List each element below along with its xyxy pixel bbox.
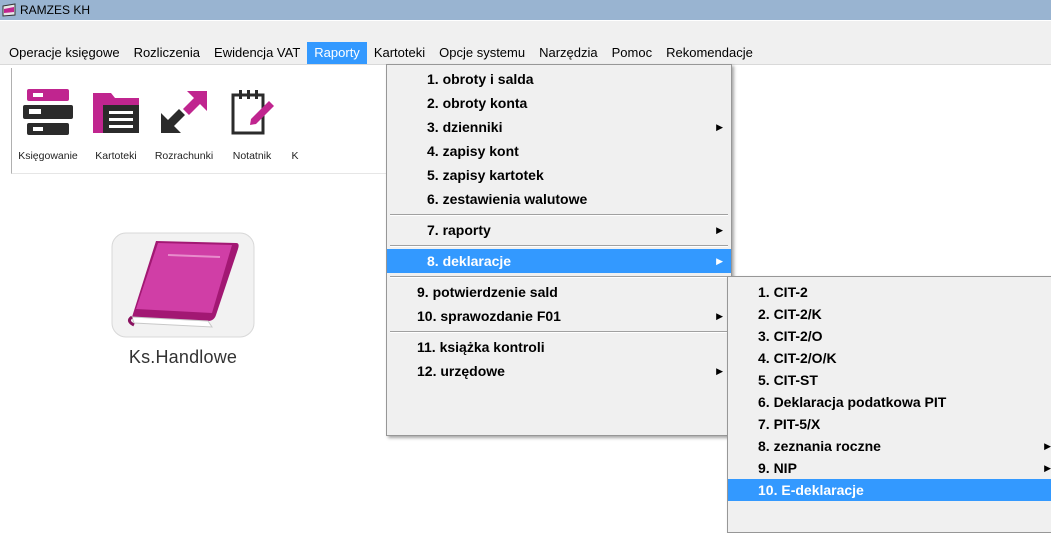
- submenu-arrow-icon: ▶: [716, 366, 723, 376]
- menu-item-label: 5. CIT-ST: [758, 372, 818, 388]
- notepad-icon: [222, 82, 282, 142]
- menu-item-label: 12. urzędowe: [417, 363, 505, 379]
- menu-item-label: 5. zapisy kartotek: [427, 167, 544, 183]
- menu-item-label: 7. PIT-5/X: [758, 416, 821, 432]
- raporty-item-obroty-i-salda[interactable]: 1. obroty i salda: [387, 67, 731, 91]
- menu-bar: Operacje księgowe Rozliczenia Ewidencja …: [0, 21, 1051, 65]
- partial-icon: [290, 82, 300, 142]
- toolbar-label: Kartoteki: [95, 150, 137, 162]
- menu-item-label: 1. obroty i salda: [427, 71, 534, 87]
- deklaracje-item-cit-st[interactable]: 5. CIT-ST: [728, 369, 1051, 391]
- raporty-item-obroty-konta[interactable]: 2. obroty konta: [387, 91, 731, 115]
- toolbar-partial-button[interactable]: K: [290, 68, 300, 162]
- menu-opcje-systemu[interactable]: Opcje systemu: [432, 42, 532, 64]
- raporty-item-ksiazka-kontroli[interactable]: 11. książka kontroli: [387, 335, 731, 359]
- menu-separator: [387, 211, 731, 218]
- menu-item-label: 9. potwierdzenie sald: [417, 284, 558, 300]
- toolbar: Księgowanie Kartoteki Rozrachunki Notatn…: [11, 68, 401, 174]
- menu-item-label: 6. Deklaracja podatkowa PIT: [758, 394, 947, 410]
- menu-ewidencja-vat[interactable]: Ewidencja VAT: [207, 42, 307, 64]
- menu-item-label: 3. dzienniki: [427, 119, 503, 135]
- desktop-ks-handlowe[interactable]: Ks.Handlowe: [103, 229, 263, 399]
- menu-kartoteki[interactable]: Kartoteki: [367, 42, 432, 64]
- raporty-item-zapisy-kartotek[interactable]: 5. zapisy kartotek: [387, 163, 731, 187]
- raporty-item-zapisy-kont[interactable]: 4. zapisy kont: [387, 139, 731, 163]
- menu-pomoc[interactable]: Pomoc: [605, 42, 659, 64]
- menu-narzedzia[interactable]: Narzędzia: [532, 42, 605, 64]
- toolbar-kartoteki-button[interactable]: Kartoteki: [86, 68, 146, 162]
- raporty-item-dzienniki[interactable]: 3. dzienniki ▶: [387, 115, 731, 139]
- menu-item-label: 1. CIT-2: [758, 284, 808, 300]
- ramzes-app-icon: [2, 3, 16, 17]
- menu-item-label: 3. CIT-2/O: [758, 328, 823, 344]
- ledger-icon: [18, 82, 78, 142]
- menu-item-label: 9. NIP: [758, 460, 797, 476]
- deklaracje-item-pit-5x[interactable]: 7. PIT-5/X: [728, 413, 1051, 435]
- folder-icon: [86, 82, 146, 142]
- deklaracje-item-cit-2-k[interactable]: 2. CIT-2/K: [728, 303, 1051, 325]
- menu-separator: [387, 328, 731, 335]
- raporty-item-zestawienia-walutowe[interactable]: 6. zestawienia walutowe: [387, 187, 731, 211]
- arrows-icon: [154, 82, 214, 142]
- deklaracje-submenu: 1. CIT-2 2. CIT-2/K 3. CIT-2/O 4. CIT-2/…: [727, 276, 1051, 533]
- menu-raporty[interactable]: Raporty: [307, 41, 367, 64]
- submenu-arrow-icon: ▶: [716, 256, 723, 266]
- toolbar-ksiegowanie-button[interactable]: Księgowanie: [18, 68, 78, 162]
- menu-item-label: 11. książka kontroli: [417, 339, 545, 355]
- menu-item-label: 2. obroty konta: [427, 95, 528, 111]
- menu-separator: [387, 273, 731, 280]
- submenu-arrow-icon: ▶: [716, 122, 723, 132]
- book-icon: [111, 232, 255, 338]
- submenu-arrow-icon: ▶: [1044, 441, 1051, 451]
- raporty-item-potwierdzenie-sald[interactable]: 9. potwierdzenie sald: [387, 280, 731, 304]
- toolbar-label: Księgowanie: [18, 150, 78, 162]
- menu-item-label: 4. CIT-2/O/K: [758, 350, 837, 366]
- deklaracje-item-deklaracja-pit[interactable]: 6. Deklaracja podatkowa PIT: [728, 391, 1051, 413]
- menu-item-label: 8. zeznania roczne: [758, 438, 881, 454]
- menu-item-label: 7. raporty: [427, 222, 491, 238]
- raporty-menu: 1. obroty i salda 2. obroty konta 3. dzi…: [386, 64, 732, 436]
- submenu-arrow-icon: ▶: [1044, 463, 1051, 473]
- title-bar: RAMZES KH: [0, 0, 1051, 20]
- menu-rozliczenia[interactable]: Rozliczenia: [127, 42, 207, 64]
- raporty-item-sprawozdanie-f01[interactable]: 10. sprawozdanie F01 ▶: [387, 304, 731, 328]
- deklaracje-item-cit-2-o[interactable]: 3. CIT-2/O: [728, 325, 1051, 347]
- deklaracje-item-e-deklaracje[interactable]: 10. E-deklaracje: [728, 479, 1051, 501]
- window-title: RAMZES KH: [20, 3, 91, 17]
- menu-item-label: 10. E-deklaracje: [758, 482, 864, 498]
- deklaracje-item-zeznania-roczne[interactable]: 8. zeznania roczne ▶: [728, 435, 1051, 457]
- deklaracje-item-cit-2-o-k[interactable]: 4. CIT-2/O/K: [728, 347, 1051, 369]
- toolbar-notatnik-button[interactable]: Notatnik: [222, 68, 282, 162]
- raporty-item-urzedowe[interactable]: 12. urzędowe ▶: [387, 359, 731, 383]
- menu-item-label: 10. sprawozdanie F01: [417, 308, 561, 324]
- toolbar-label: Notatnik: [232, 150, 272, 162]
- toolbar-rozrachunki-button[interactable]: Rozrachunki: [154, 68, 214, 162]
- deklaracje-item-nip[interactable]: 9. NIP ▶: [728, 457, 1051, 479]
- menu-operacje-ksiegowe[interactable]: Operacje księgowe: [2, 42, 127, 64]
- deklaracje-item-cit-2[interactable]: 1. CIT-2: [728, 281, 1051, 303]
- menu-item-label: 8. deklaracje: [427, 253, 512, 269]
- menu-separator: [387, 242, 731, 249]
- submenu-arrow-icon: ▶: [716, 311, 723, 321]
- menu-rekomendacje[interactable]: Rekomendacje: [659, 42, 760, 64]
- submenu-arrow-icon: ▶: [716, 225, 723, 235]
- menu-item-label: 4. zapisy kont: [427, 143, 519, 159]
- raporty-item-raporty[interactable]: 7. raporty ▶: [387, 218, 731, 242]
- menu-item-label: 6. zestawienia walutowe: [427, 191, 588, 207]
- toolbar-label: K: [291, 150, 299, 162]
- toolbar-label: Rozrachunki: [154, 150, 214, 162]
- desktop-icon-label: Ks.Handlowe: [128, 347, 238, 367]
- menu-item-label: 2. CIT-2/K: [758, 306, 822, 322]
- raporty-item-deklaracje[interactable]: 8. deklaracje ▶: [387, 249, 731, 273]
